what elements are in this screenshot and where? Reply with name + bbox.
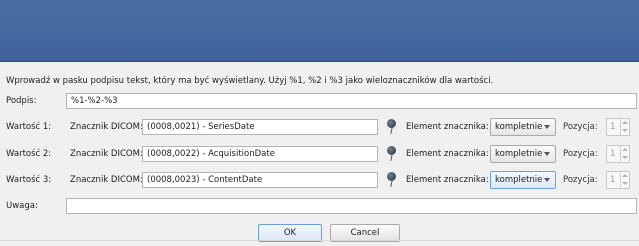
value-1-tag-field[interactable]: (0008,0021) - SeriesDate bbox=[142, 119, 378, 135]
chevron-down-icon bbox=[544, 125, 550, 129]
value-2-position-label: Pozycja: bbox=[563, 149, 598, 159]
spin-up-icon[interactable] bbox=[622, 174, 628, 177]
note-input[interactable] bbox=[66, 198, 637, 214]
value-2-tag-field[interactable]: (0008,0022) - AcquisitionDate bbox=[142, 146, 378, 162]
value-1-position-spinner[interactable]: 1 bbox=[606, 118, 630, 136]
value-1-position-value: 1 bbox=[610, 122, 616, 132]
value-3-position-spinner[interactable]: 1 bbox=[606, 171, 630, 189]
chevron-down-icon bbox=[544, 152, 550, 156]
value-3-label: Wartość 3: bbox=[6, 175, 52, 185]
pushpin-icon[interactable] bbox=[384, 171, 398, 188]
value-3-tag-field[interactable]: (0008,0023) - ContentDate bbox=[142, 172, 378, 188]
value-1-label: Wartość 1: bbox=[6, 122, 52, 132]
pushpin-icon[interactable] bbox=[384, 118, 398, 135]
spin-down-icon[interactable] bbox=[622, 156, 628, 159]
note-label: Uwaga: bbox=[6, 201, 38, 211]
dialog-titlebar[interactable] bbox=[0, 0, 639, 62]
value-3-tag-label: Znacznik DICOM: bbox=[70, 175, 143, 185]
value-2-position-value: 1 bbox=[610, 149, 616, 159]
value-3-element-label: Element znacznika: bbox=[406, 175, 489, 185]
value-3-position-label: Pozycja: bbox=[563, 175, 598, 185]
value-2-element-select[interactable]: kompletnie bbox=[490, 145, 556, 163]
value-2-label: Wartość 2: bbox=[6, 149, 52, 159]
value-1-tag-label: Znacznik DICOM: bbox=[70, 122, 143, 132]
spinner-buttons[interactable] bbox=[620, 172, 629, 188]
value-3-element-value: kompletnie bbox=[495, 175, 543, 185]
spinner-buttons[interactable] bbox=[620, 119, 629, 135]
pushpin-icon[interactable] bbox=[384, 145, 398, 162]
value-3-position-value: 1 bbox=[610, 175, 616, 185]
spinner-buttons[interactable] bbox=[620, 146, 629, 162]
value-1-position-label: Pozycja: bbox=[563, 122, 598, 132]
spin-down-icon[interactable] bbox=[622, 182, 628, 185]
chevron-down-icon bbox=[544, 178, 550, 182]
value-2-element-label: Element znacznika: bbox=[406, 149, 489, 159]
value-1-element-value: kompletnie bbox=[495, 122, 543, 132]
signature-label: Podpis: bbox=[6, 96, 37, 106]
divider bbox=[0, 240, 639, 241]
spin-down-icon[interactable] bbox=[622, 129, 628, 132]
value-2-tag-label: Znacznik DICOM: bbox=[70, 149, 143, 159]
value-3-element-select[interactable]: kompletnie bbox=[490, 171, 556, 189]
signature-input[interactable]: %1-%2-%3 bbox=[66, 93, 637, 109]
value-2-position-spinner[interactable]: 1 bbox=[606, 145, 630, 163]
spin-up-icon[interactable] bbox=[622, 121, 628, 124]
dialog-content: Wprowadź w pasku podpisu tekst, który ma… bbox=[0, 62, 639, 246]
value-1-element-label: Element znacznika: bbox=[406, 122, 489, 132]
value-1-element-select[interactable]: kompletnie bbox=[490, 118, 556, 136]
spin-up-icon[interactable] bbox=[622, 148, 628, 151]
value-2-element-value: kompletnie bbox=[495, 149, 543, 159]
instruction-text: Wprowadź w pasku podpisu tekst, który ma… bbox=[6, 76, 494, 86]
